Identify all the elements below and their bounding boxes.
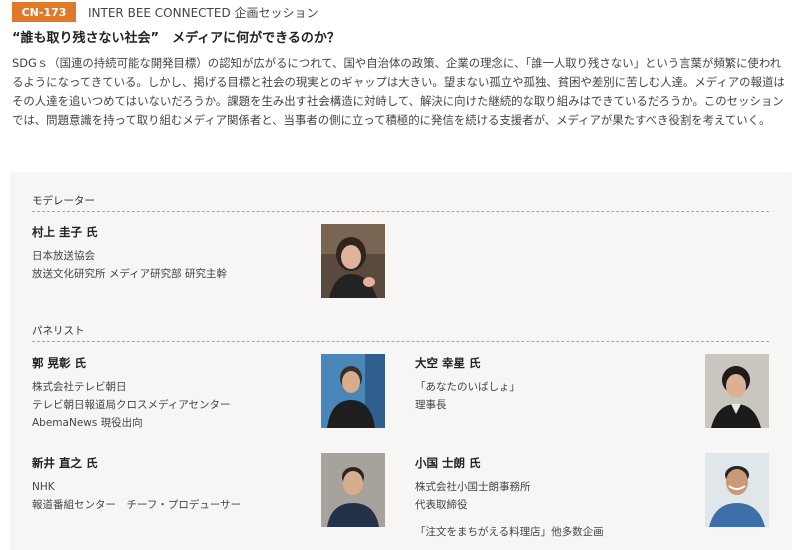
session-header: CN-173 INTER BEE CONNECTED 企画セッション (12, 2, 319, 22)
panelist-affiliation: 代表取締役 (415, 499, 468, 511)
speakers-panel: モデレーター 村上 圭子 氏 日本放送協会 放送文化研究所 メディア研究部 研究… (10, 172, 792, 550)
moderator-name: 村上 圭子 氏 (32, 225, 98, 239)
session-title: “誰も取り残さない社会” メディアに何ができるのか？ (12, 31, 340, 46)
panelist-photo (705, 453, 769, 527)
panelist-note: 「注文をまちがえる料理店」他多数企画 (415, 526, 604, 538)
panelist-affiliation: 株式会社テレビ朝日 (32, 381, 127, 393)
panelist-info: 新井 直之 氏 NHK 報道番組センター チーフ・プロデューサー (32, 454, 241, 514)
panelist-affiliation: 「あなたのいばしょ」 (415, 381, 520, 393)
moderator-info: 村上 圭子 氏 日本放送協会 放送文化研究所 メディア研究部 研究主幹 (32, 223, 227, 283)
panelist-photo (321, 354, 385, 428)
moderator-divider (32, 211, 769, 212)
panelist-affiliation: 株式会社小国士朗事務所 (415, 481, 531, 493)
panelist-affiliation: 理事長 (415, 399, 447, 411)
panelist-info: 郭 晃彰 氏 株式会社テレビ朝日 テレビ朝日報道局クロスメディアセンター Abe… (32, 354, 231, 432)
panelist-affiliation: 報道番組センター チーフ・プロデューサー (32, 499, 242, 511)
panelist-affiliation: AbemaNews 現役出向 (32, 417, 143, 429)
moderator-org: 日本放送協会 (32, 250, 95, 262)
session-code-badge: CN-173 (12, 2, 76, 22)
panelist-photo (321, 453, 385, 527)
moderator-role: 放送文化研究所 メディア研究部 研究主幹 (32, 268, 227, 280)
panelist-divider (32, 341, 769, 342)
panelist-name: 郭 晃彰 氏 (32, 356, 87, 370)
panelist-photo (705, 354, 769, 428)
panelist-name: 大空 幸星 氏 (415, 356, 481, 370)
moderator-photo (321, 224, 385, 298)
moderator-label: モデレーター (32, 195, 95, 207)
session-description: SDGｓ（国連の持続可能な開発目標）の認知が広がるにつれて、国や自治体の政策、企… (12, 56, 785, 127)
panelist-name: 小国 士朗 氏 (415, 456, 481, 470)
panelist-info: 大空 幸星 氏 「あなたのいばしょ」 理事長 (415, 354, 520, 414)
session-type: INTER BEE CONNECTED 企画セッション (88, 5, 319, 20)
panelist-name: 新井 直之 氏 (32, 456, 98, 470)
panelist-affiliation: NHK (32, 481, 55, 493)
panelist-affiliation: テレビ朝日報道局クロスメディアセンター (32, 399, 231, 411)
panelist-info: 小国 士朗 氏 株式会社小国士朗事務所 代表取締役 (415, 454, 531, 514)
panelist-label: パネリスト (32, 325, 85, 337)
